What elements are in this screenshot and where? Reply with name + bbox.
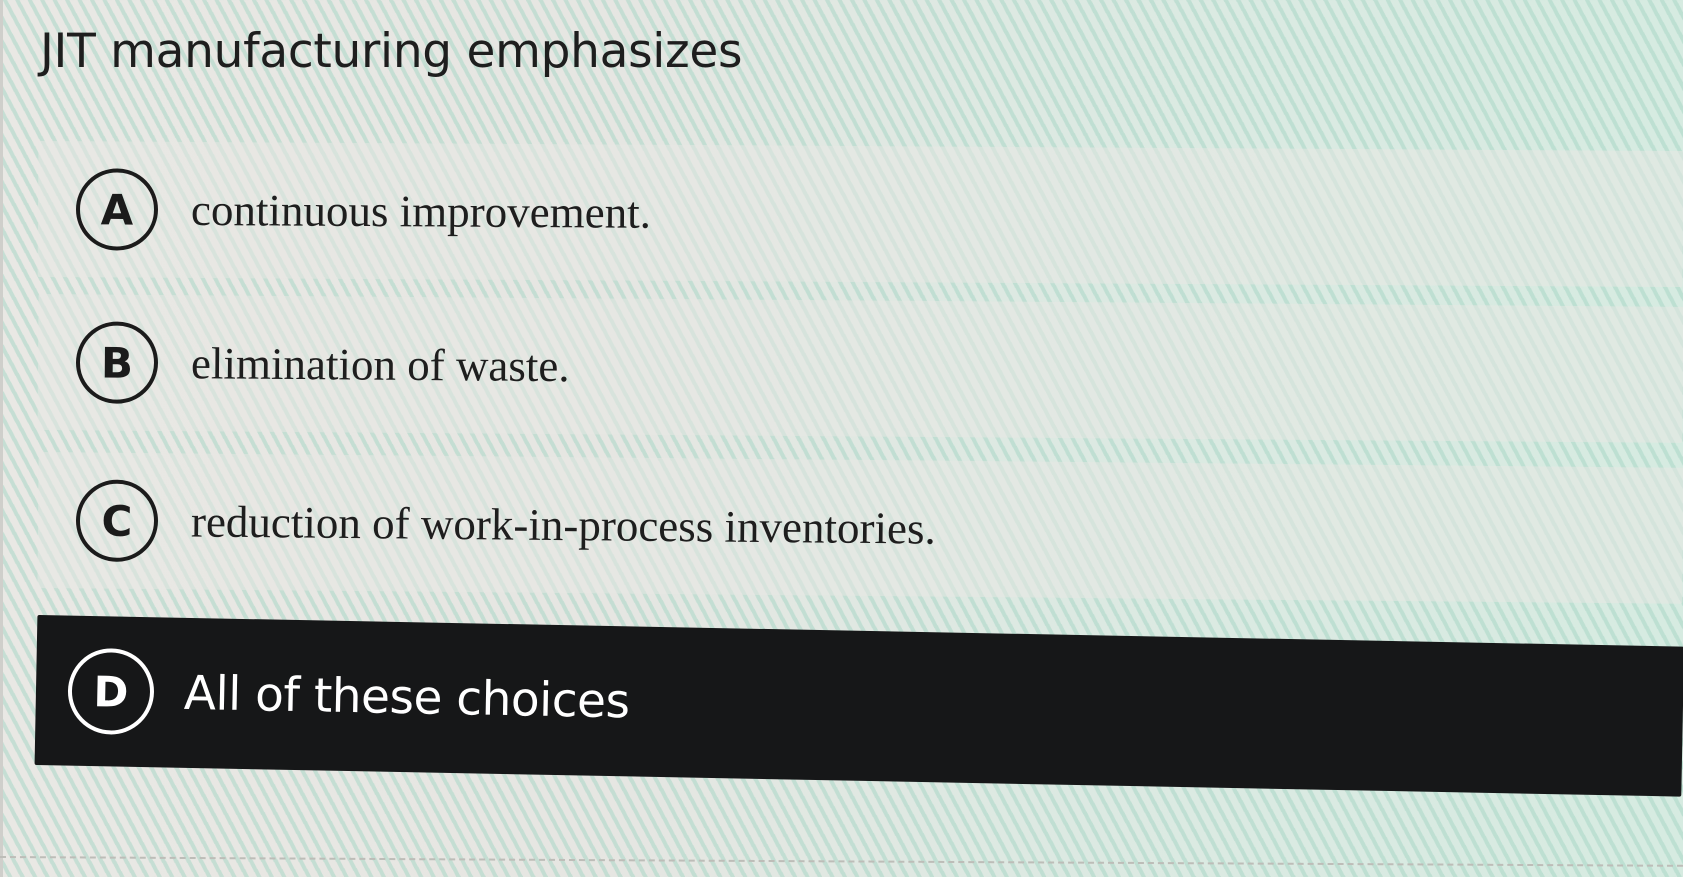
option-b-letter-badge: B (75, 321, 159, 404)
option-b[interactable]: B elimination of waste. (37, 294, 1683, 443)
option-a[interactable]: A continuous improvement. (37, 141, 1683, 288)
option-d-letter-badge: D (67, 647, 155, 736)
option-a-label: continuous improvement. (190, 184, 652, 238)
option-c-letter-badge: C (75, 479, 159, 563)
option-c-label: reduction of work-in-process inventories… (190, 496, 936, 554)
question-text: JIT manufacturing emphasizes (40, 24, 743, 79)
left-border (0, 0, 3, 877)
quiz-screen: JIT manufacturing emphasizes A continuou… (0, 0, 1683, 877)
option-d-selected[interactable]: D All of these choices (34, 615, 1683, 797)
option-c[interactable]: C reduction of work-in-process inventori… (37, 452, 1683, 604)
option-a-letter-badge: A (75, 168, 159, 251)
bottom-divider (0, 856, 1683, 867)
option-b-label: elimination of waste. (190, 338, 570, 392)
option-d-label: All of these choices (183, 665, 631, 729)
